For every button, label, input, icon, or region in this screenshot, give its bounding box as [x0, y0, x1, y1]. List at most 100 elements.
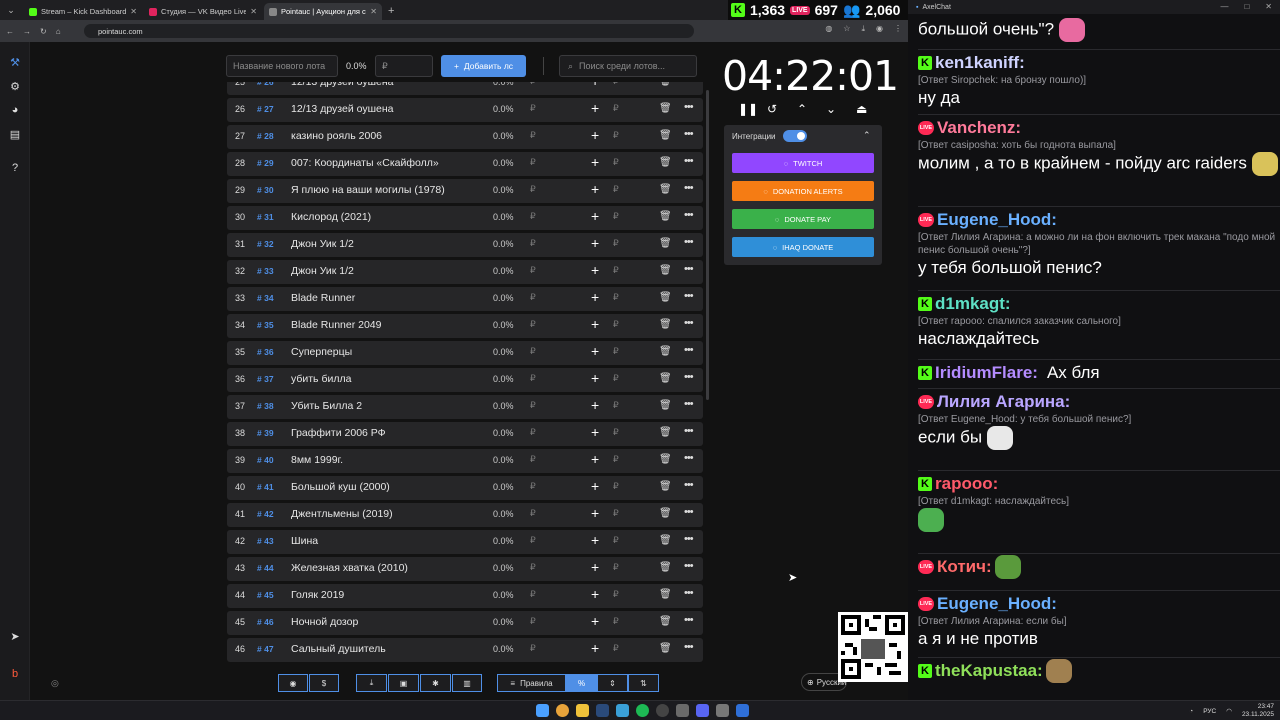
- home-icon[interactable]: ⌂: [56, 27, 61, 36]
- add-amount-icon[interactable]: +: [591, 262, 599, 278]
- integration-button[interactable]: ◌ DONATE PAY: [732, 209, 874, 229]
- more-options-icon[interactable]: •••: [684, 263, 694, 275]
- delete-lot-icon[interactable]: 🗑: [659, 481, 672, 492]
- add-amount-icon[interactable]: +: [591, 343, 599, 359]
- more-options-icon[interactable]: •••: [684, 128, 694, 140]
- more-options-icon[interactable]: •••: [684, 236, 694, 248]
- more-options-icon[interactable]: •••: [684, 344, 694, 356]
- lot-name[interactable]: Blade Runner 2049: [291, 319, 481, 331]
- forward-icon[interactable]: →: [23, 27, 31, 36]
- lot-name[interactable]: убить билла: [291, 373, 481, 385]
- pause-icon[interactable]: ❚❚: [738, 102, 758, 116]
- add-amount-icon[interactable]: +: [591, 613, 599, 629]
- close-tab-icon[interactable]: ✕: [370, 7, 377, 16]
- ruble-icon[interactable]: ₽: [613, 292, 619, 303]
- more-options-icon[interactable]: •••: [684, 587, 694, 599]
- integration-button[interactable]: ◌ TWITCH: [732, 153, 874, 173]
- ruble-icon[interactable]: ₽: [613, 589, 619, 600]
- taskbar-lang[interactable]: РУС: [1203, 708, 1216, 715]
- add-amount-icon[interactable]: +: [591, 235, 599, 251]
- explorer-icon[interactable]: [576, 704, 589, 717]
- lot-row[interactable]: 39 # 40 8мм 1999г. 0.0% ₽ + ₽ 🗑 •••: [227, 449, 703, 473]
- app-icon-10[interactable]: [736, 704, 749, 717]
- help-icon[interactable]: ?: [7, 160, 23, 176]
- add-amount-icon[interactable]: +: [591, 154, 599, 170]
- lot-name[interactable]: Железная хватка (2010): [291, 562, 481, 574]
- ruble-icon[interactable]: ₽: [613, 427, 619, 438]
- obs-icon[interactable]: [656, 704, 669, 717]
- browser-tab[interactable]: Pointauc | Аукцион для стрим…✕: [264, 3, 382, 20]
- add-amount-icon[interactable]: +: [591, 451, 599, 467]
- collapse-icon[interactable]: ⌃: [863, 130, 871, 141]
- donate-button[interactable]: $: [309, 674, 339, 692]
- lot-name[interactable]: Шина: [291, 535, 481, 547]
- lot-row[interactable]: 37 # 38 Убить Билла 2 0.0% ₽ + ₽ 🗑 •••: [227, 395, 703, 419]
- reset-icon[interactable]: ↺: [767, 102, 777, 116]
- delete-lot-icon[interactable]: 🗑: [659, 373, 672, 384]
- delete-lot-icon[interactable]: 🗑: [659, 319, 672, 330]
- lot-name[interactable]: Blade Runner: [291, 292, 481, 304]
- lot-name[interactable]: Я плюю на ваши могилы (1978): [291, 184, 481, 196]
- delete-lot-icon[interactable]: 🗑: [659, 184, 672, 195]
- add-amount-icon[interactable]: +: [591, 100, 599, 116]
- rules-button[interactable]: ≡ Правила: [497, 674, 566, 692]
- delete-lot-icon[interactable]: 🗑: [659, 535, 672, 546]
- lot-name[interactable]: Большой куш (2000): [291, 481, 481, 493]
- browser-tab[interactable]: Stream – Kick Dashboard ✕: [24, 3, 142, 20]
- sort-button[interactable]: ⇅: [628, 674, 659, 692]
- lot-name[interactable]: 12/13 друзей оушена: [291, 82, 481, 88]
- discord-icon[interactable]: [696, 704, 709, 717]
- more-options-icon[interactable]: •••: [684, 425, 694, 437]
- lot-name[interactable]: Ночной дозор: [291, 616, 481, 628]
- ruble-icon[interactable]: ₽: [613, 157, 619, 168]
- add-amount-icon[interactable]: +: [591, 208, 599, 224]
- ruble-icon[interactable]: ₽: [613, 346, 619, 357]
- add-amount-icon[interactable]: +: [591, 505, 599, 521]
- more-options-icon[interactable]: •••: [684, 479, 694, 491]
- integration-button[interactable]: ◌ DONATION ALERTS: [732, 181, 874, 201]
- bug-button[interactable]: ✱: [420, 674, 451, 692]
- add-amount-icon[interactable]: +: [591, 424, 599, 440]
- chat-author[interactable]: Котич:: [937, 557, 992, 577]
- add-amount-icon[interactable]: +: [591, 370, 599, 386]
- delete-lot-icon[interactable]: 🗑: [659, 130, 672, 141]
- lot-row[interactable]: 41 # 42 Джентльмены (2019) 0.0% ₽ + ₽ 🗑 •••: [227, 503, 703, 527]
- percent-button[interactable]: %: [566, 674, 597, 692]
- more-options-icon[interactable]: •••: [684, 371, 694, 383]
- history-icon[interactable]: ▤: [7, 126, 23, 142]
- lot-name[interactable]: Джон Уик 1/2: [291, 265, 481, 277]
- add-amount-icon[interactable]: +: [591, 640, 599, 656]
- tab-search-icon[interactable]: ⌄: [0, 0, 22, 20]
- ruble-icon[interactable]: ₽: [613, 562, 619, 573]
- lot-row[interactable]: 32 # 33 Джон Уик 1/2 0.0% ₽ + ₽ 🗑 •••: [227, 260, 703, 284]
- lot-row[interactable]: 27 # 28 казино рояль 2006 0.0% ₽ + ₽ 🗑 •••: [227, 125, 703, 149]
- more-options-icon[interactable]: •••: [684, 614, 694, 626]
- add-amount-icon[interactable]: +: [591, 586, 599, 602]
- ruble-icon[interactable]: ₽: [613, 616, 619, 627]
- profile-icon[interactable]: ◉: [876, 24, 883, 34]
- ruble-icon[interactable]: ₽: [613, 319, 619, 330]
- lot-name[interactable]: 12/13 друзей оушена: [291, 103, 481, 115]
- start-icon[interactable]: [536, 704, 549, 717]
- delete-lot-icon[interactable]: 🗑: [659, 454, 672, 465]
- lot-row[interactable]: 42 # 43 Шина 0.0% ₽ + ₽ 🗑 •••: [227, 530, 703, 554]
- more-options-icon[interactable]: •••: [684, 641, 694, 653]
- lot-name[interactable]: 8мм 1999г.: [291, 454, 481, 466]
- ruble-icon[interactable]: ₽: [613, 373, 619, 384]
- lot-row[interactable]: 38 # 39 Граффити 2006 РФ 0.0% ₽ + ₽ 🗑 •••: [227, 422, 703, 446]
- lot-row[interactable]: 31 # 32 Джон Уик 1/2 0.0% ₽ + ₽ 🗑 •••: [227, 233, 703, 257]
- delete-lot-icon[interactable]: 🗑: [659, 82, 672, 87]
- delete-lot-icon[interactable]: 🗑: [659, 400, 672, 411]
- chevron-up-icon[interactable]: ⌃: [797, 102, 807, 116]
- add-amount-icon[interactable]: +: [591, 82, 599, 89]
- spotify-icon[interactable]: [636, 704, 649, 717]
- wheel-icon[interactable]: ◕: [7, 102, 23, 118]
- chevron-down-icon[interactable]: ⌄: [826, 102, 836, 116]
- reload-icon[interactable]: ↻: [40, 27, 47, 36]
- delete-lot-icon[interactable]: 🗑: [659, 211, 672, 222]
- more-options-icon[interactable]: •••: [684, 506, 694, 518]
- app-icon-9[interactable]: [716, 704, 729, 717]
- lot-row[interactable]: 30 # 31 Кислород (2021) 0.0% ₽ + ₽ 🗑 •••: [227, 206, 703, 230]
- chat-author[interactable]: Лилия Агарина:: [937, 392, 1070, 412]
- ruble-icon[interactable]: ₽: [613, 130, 619, 141]
